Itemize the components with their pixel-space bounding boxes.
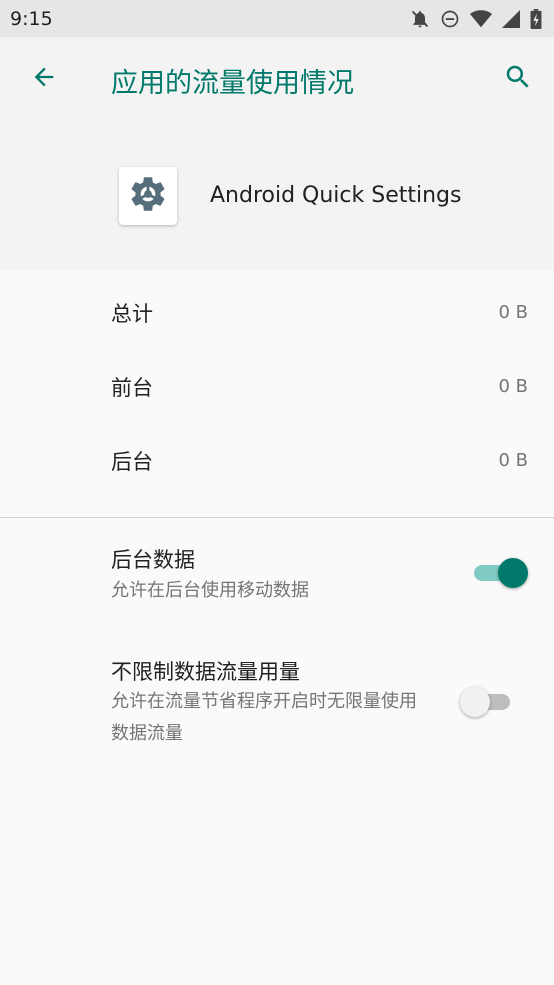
background-data-switch[interactable]	[470, 556, 528, 590]
toolbar: 应用的流量使用情况	[0, 37, 554, 123]
usage-value: 0 B	[498, 376, 528, 397]
usage-label: 后台	[111, 450, 153, 474]
unrestricted-data-switch[interactable]	[460, 685, 518, 719]
unrestricted-data-preference[interactable]: 不限制数据流量用量 允许在流量节省程序开启时无限量使用数据流量	[0, 628, 554, 768]
app-header: Android Quick Settings	[0, 167, 554, 227]
search-icon	[503, 62, 533, 96]
background-data-preference[interactable]: 后台数据 允许在后台使用移动数据	[0, 518, 554, 628]
usage-list: 总计 0 B 前台 0 B 后台 0 B	[0, 270, 554, 492]
pref-summary: 允许在流量节省程序开启时无限量使用数据流量	[111, 691, 417, 744]
wifi-icon	[470, 9, 492, 29]
switch-thumb	[498, 558, 528, 588]
usage-row-total: 总计 0 B	[0, 270, 554, 344]
pref-summary: 允许在后台使用移动数据	[111, 580, 309, 601]
app-icon	[119, 167, 177, 225]
status-time: 9:15	[10, 7, 53, 30]
usage-value: 0 B	[498, 302, 528, 323]
pref-title: 不限制数据流量用量	[111, 660, 300, 684]
usage-label: 总计	[111, 302, 153, 326]
status-icons	[410, 8, 542, 29]
battery-charging-icon	[530, 8, 542, 29]
app-name: Android Quick Settings	[210, 183, 462, 208]
gear-icon	[127, 173, 169, 219]
usage-label: 前台	[111, 376, 153, 400]
usage-value: 0 B	[498, 450, 528, 471]
usage-row-foreground: 前台 0 B	[0, 344, 554, 418]
usage-row-background: 后台 0 B	[0, 418, 554, 492]
status-bar: 9:15	[0, 0, 554, 37]
do-not-disturb-icon	[440, 9, 460, 29]
pref-title: 后台数据	[111, 548, 195, 572]
app-bar: 应用的流量使用情况 Android Quick Settings	[0, 37, 554, 270]
notifications-off-icon	[410, 9, 430, 29]
signal-icon	[502, 9, 520, 28]
switch-thumb	[460, 687, 490, 717]
back-button[interactable]	[24, 59, 64, 99]
page-title: 应用的流量使用情况	[111, 68, 354, 99]
arrow-back-icon	[30, 63, 58, 95]
search-button[interactable]	[498, 59, 538, 99]
